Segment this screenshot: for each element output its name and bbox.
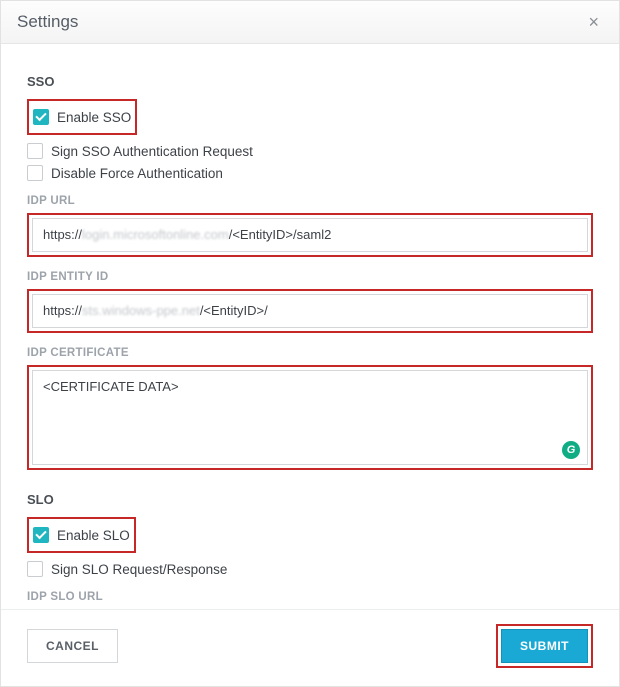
sso-section-label: SSO — [27, 74, 593, 89]
idp-cert-label: IDP CERTIFICATE — [27, 347, 593, 359]
submit-highlight: SUBMIT — [496, 624, 593, 668]
enable-slo-checkbox[interactable] — [33, 527, 49, 543]
idp-url-input[interactable]: https://login.microsoftonline.com/<Entit… — [32, 218, 588, 252]
enable-slo-option[interactable]: Enable SLO — [33, 527, 130, 543]
modal-header: Settings × — [1, 1, 619, 44]
idp-cert-highlight: G — [27, 365, 593, 470]
idp-url-highlight: https://login.microsoftonline.com/<Entit… — [27, 213, 593, 257]
disable-force-checkbox[interactable] — [27, 165, 43, 181]
enable-sso-option[interactable]: Enable SSO — [33, 109, 131, 125]
submit-button[interactable]: SUBMIT — [501, 629, 588, 663]
sign-slo-label: Sign SLO Request/Response — [51, 562, 227, 577]
slo-section-label: SLO — [27, 492, 593, 507]
sign-slo-option[interactable]: Sign SLO Request/Response — [27, 561, 593, 577]
modal-body: SSO Enable SSO Sign SSO Authentication R… — [1, 44, 619, 609]
idp-cert-wrap: G — [32, 370, 588, 465]
disable-force-option[interactable]: Disable Force Authentication — [27, 165, 593, 181]
idp-url-prefix: https:// — [43, 227, 82, 242]
idp-entity-id-highlight: https://sts.windows-ppe.net/<EntityID>/ — [27, 289, 593, 333]
idp-cert-textarea[interactable] — [32, 370, 588, 465]
disable-force-label: Disable Force Authentication — [51, 166, 223, 181]
idp-entity-id-suffix: /<EntityID>/ — [200, 303, 268, 318]
idp-entity-id-label: IDP ENTITY ID — [27, 271, 593, 283]
sign-sso-option[interactable]: Sign SSO Authentication Request — [27, 143, 593, 159]
idp-entity-id-blurred: sts.windows-ppe.net — [82, 303, 200, 318]
enable-sso-label: Enable SSO — [57, 110, 131, 125]
idp-slo-url-label: IDP SLO URL — [27, 591, 593, 603]
idp-entity-id-prefix: https:// — [43, 303, 82, 318]
sign-sso-label: Sign SSO Authentication Request — [51, 144, 253, 159]
sign-sso-checkbox[interactable] — [27, 143, 43, 159]
enable-sso-highlight: Enable SSO — [27, 99, 137, 135]
grammarly-icon[interactable]: G — [562, 441, 580, 459]
enable-slo-highlight: Enable SLO — [27, 517, 136, 553]
modal-footer: CANCEL SUBMIT — [1, 609, 619, 686]
enable-sso-checkbox[interactable] — [33, 109, 49, 125]
close-icon[interactable]: × — [584, 11, 603, 33]
modal-title: Settings — [17, 12, 78, 32]
idp-url-blurred: login.microsoftonline.com — [82, 227, 229, 242]
sign-slo-checkbox[interactable] — [27, 561, 43, 577]
idp-url-suffix: /<EntityID>/saml2 — [229, 227, 332, 242]
cancel-button[interactable]: CANCEL — [27, 629, 118, 663]
idp-url-label: IDP URL — [27, 195, 593, 207]
idp-entity-id-input[interactable]: https://sts.windows-ppe.net/<EntityID>/ — [32, 294, 588, 328]
settings-modal: Settings × SSO Enable SSO Sign SSO Authe… — [0, 0, 620, 687]
enable-slo-label: Enable SLO — [57, 528, 130, 543]
